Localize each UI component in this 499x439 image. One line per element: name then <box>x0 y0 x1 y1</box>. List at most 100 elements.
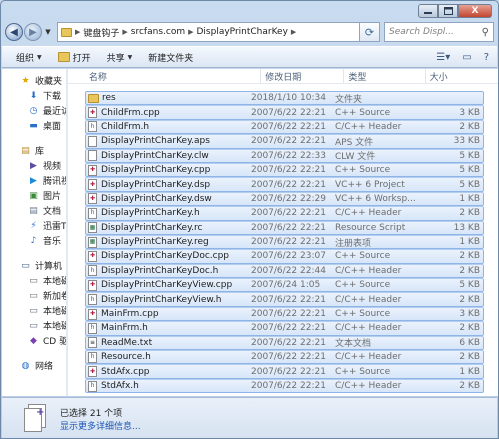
nav-item[interactable]: ▤ 文档 <box>2 203 66 218</box>
file-row[interactable]: ✚ MainFrm.cpp 2007/6/22 22:21 C++ Source 3 K… <box>85 306 484 322</box>
chevron-right-icon[interactable]: ▶ <box>188 28 193 36</box>
column-header-name[interactable]: 名称 <box>85 69 262 84</box>
file-row[interactable]: ✚ StdAfx.cpp 2007/6/22 22:21 C++ Source 1 KB <box>85 364 484 379</box>
file-row[interactable]: ✚ DisplayPrintCharKey.dsw 2007/6/22 22:29 V… <box>85 191 484 207</box>
nav-item[interactable]: ◷ 最近访 <box>2 103 66 118</box>
file-size: 2 KB <box>459 323 480 334</box>
maximize-button[interactable] <box>438 4 458 18</box>
file-date: 2007/6/22 22:44 <box>251 265 326 276</box>
nav-item-label: 音乐 <box>43 237 62 247</box>
minimize-button[interactable] <box>418 4 438 18</box>
file-row[interactable]: res 2018/1/10 10:34 文件夹 <box>85 91 484 106</box>
breadcrumb-segment[interactable]: DisplayPrintCharKey <box>197 27 288 37</box>
file-name-cell: ✚ DisplayPrintCharKey.dsp <box>86 179 249 191</box>
file-row[interactable]: DisplayPrintCharKey.aps 2007/6/22 22:21 AP… <box>85 134 484 149</box>
file-row[interactable]: ✚ DisplayPrintCharKeyView.cpp 2007/6/24 1:… <box>85 278 484 293</box>
share-button[interactable]: 共享 ▼ <box>107 51 133 64</box>
back-button[interactable]: ◀ <box>5 23 23 41</box>
file-name-cell: ✚ StdAfx.cpp <box>86 366 249 378</box>
new-folder-button[interactable]: 新建文件夹 <box>148 51 193 64</box>
file-type: C/C++ Header <box>335 323 402 334</box>
file-row[interactable]: ▦ DisplayPrintCharKey.reg 2007/6/22 22:21 注… <box>85 234 484 250</box>
download-icon: ⬇ <box>29 90 38 101</box>
search-input[interactable]: Search Displ... ⚲ <box>384 22 494 42</box>
file-name-cell: h StdAfx.h <box>86 380 249 392</box>
close-button[interactable]: X <box>458 4 492 18</box>
breadcrumb-segment[interactable]: srcfans.com <box>131 27 185 37</box>
folder-icon <box>61 27 72 37</box>
column-header-size[interactable]: 大小 <box>426 69 498 84</box>
nav-item[interactable]: ▣ 图片 <box>2 188 66 203</box>
file-row[interactable]: ≡ ReadMe.txt 2007/6/22 22:21 文本文档 6 KB <box>85 335 484 351</box>
column-header-date[interactable]: 修改日期 <box>261 69 345 84</box>
file-row[interactable]: h DisplayPrintCharKey.h 2007/6/22 22:21 C/C… <box>85 206 484 221</box>
view-options-icon[interactable]: ☰▾ <box>436 52 450 63</box>
nav-item[interactable]: ▬ 桌面 <box>2 118 66 133</box>
refresh-button[interactable]: ⟳ <box>360 22 380 42</box>
show-details-link[interactable]: 显示更多详细信息... <box>60 419 141 432</box>
file-name: DisplayPrintCharKeyDoc.h <box>101 265 219 276</box>
file-row[interactable]: h StdAfx.h 2007/6/22 22:21 C/C++ Header 2 KB <box>85 378 484 394</box>
chevron-right-icon[interactable]: ▶ <box>122 28 127 36</box>
nav-item[interactable]: ▭ 本地磁 <box>2 318 66 333</box>
file-row[interactable]: h DisplayPrintCharKeyView.h 2007/6/22 22:2… <box>85 292 484 307</box>
file-row[interactable]: ▦ DisplayPrintCharKey.rc 2007/6/22 22:21 Re… <box>85 220 484 235</box>
nav-item[interactable]: ★ 收藏夹 <box>2 73 66 88</box>
help-icon[interactable]: ? <box>484 52 489 63</box>
file-row[interactable]: ✚ ChildFrm.cpp 2007/6/22 22:21 C++ Source 3 … <box>85 105 484 120</box>
file-row[interactable]: h MainFrm.h 2007/6/22 22:21 C/C++ Header 2 K… <box>85 321 484 336</box>
address-bar[interactable]: ▶ 键盘钩子 ▶ srcfans.com ▶ DisplayPrintCharK… <box>57 22 360 42</box>
header-spacer <box>68 69 85 84</box>
nav-item[interactable]: ▶ 视频 <box>2 158 66 173</box>
nav-item[interactable]: ⬇ 下载 <box>2 88 66 103</box>
file-type: Resource Script <box>335 222 406 233</box>
open-button[interactable]: 打开 <box>57 51 91 64</box>
tencent-video-icon: ▶ <box>30 175 37 186</box>
file-row[interactable]: ✚ DisplayPrintCharKey.cpp 2007/6/22 22:21 C… <box>85 162 484 178</box>
file-name: Resource.h <box>101 352 151 363</box>
cpp-file-icon: ✚ <box>88 107 97 119</box>
registry-file-icon: ▦ <box>88 236 97 248</box>
file-size: 1 KB <box>459 237 480 248</box>
nav-item[interactable]: ◆ CD 驱 <box>2 333 66 348</box>
file-name-cell: ✚ DisplayPrintCharKeyDoc.cpp <box>86 250 249 262</box>
file-row[interactable]: h Resource.h 2007/6/22 22:21 C/C++ Header 2 … <box>85 350 484 365</box>
file-size: 5 KB <box>459 280 480 291</box>
nav-item-label: 最近访 <box>43 107 66 117</box>
breadcrumb-segment[interactable]: 键盘钩子 <box>83 26 119 39</box>
file-row[interactable]: DisplayPrintCharKey.clw 2007/6/22 22:33 CL… <box>85 148 484 163</box>
file-name: DisplayPrintCharKey.rc <box>101 222 203 233</box>
organize-button[interactable]: 组织 ▼ <box>16 51 42 64</box>
file-row[interactable]: ✚ DisplayPrintCharKeyDoc.cpp 2007/6/22 23:… <box>85 249 484 264</box>
nav-item[interactable]: ▭ 本地磁 <box>2 273 66 288</box>
nav-item[interactable]: ▶ 腾讯视 <box>2 173 66 188</box>
close-icon: X <box>471 6 479 16</box>
nav-item-label: CD 驱 <box>43 337 66 347</box>
nav-item[interactable]: ♪ 音乐 <box>2 233 66 248</box>
nav-item[interactable]: ▤ 库 <box>2 143 66 158</box>
file-row[interactable]: ✚ DisplayPrintCharKey.dsp 2007/6/22 22:21 V… <box>85 177 484 192</box>
file-row[interactable]: h ChildFrm.h 2007/6/22 22:21 C/C++ Header 2 … <box>85 119 484 135</box>
file-name-cell: h DisplayPrintCharKeyView.h <box>86 294 249 306</box>
minimize-icon <box>424 12 432 14</box>
nav-item[interactable]: ▭ 新加卷 <box>2 288 66 303</box>
nav-item-label: 腾讯视 <box>43 177 66 187</box>
library-icon: ▤ <box>21 145 30 156</box>
column-header-type[interactable]: 类型 <box>344 69 426 84</box>
file-list-pane: 名称 修改日期 类型 大小 res 2018/1/10 10:34 文件夹 ✚ Chil… <box>68 69 498 396</box>
document-icon: ▤ <box>29 205 38 216</box>
preview-pane-icon[interactable]: ▭ <box>462 52 471 63</box>
chevron-right-icon[interactable]: ▶ <box>75 28 80 36</box>
nav-item[interactable]: ▭ 计算机 <box>2 258 66 273</box>
file-size: 5 KB <box>459 179 480 190</box>
file-row[interactable]: h DisplayPrintCharKeyDoc.h 2007/6/22 22:44… <box>85 263 484 279</box>
nav-item[interactable]: ▭ 本地磁 <box>2 303 66 318</box>
nav-item[interactable]: ⚡ 迅雷T <box>2 218 66 233</box>
file-size: 2 KB <box>459 352 480 363</box>
forward-button[interactable]: ▶ <box>24 23 42 41</box>
arrow-right-icon: ▶ <box>29 26 37 38</box>
history-dropdown[interactable]: ▼ <box>43 28 53 36</box>
chevron-right-icon[interactable]: ▶ <box>291 28 296 36</box>
file-name: DisplayPrintCharKey.clw <box>101 150 209 161</box>
nav-item[interactable]: ◍ 网络 <box>2 358 66 373</box>
